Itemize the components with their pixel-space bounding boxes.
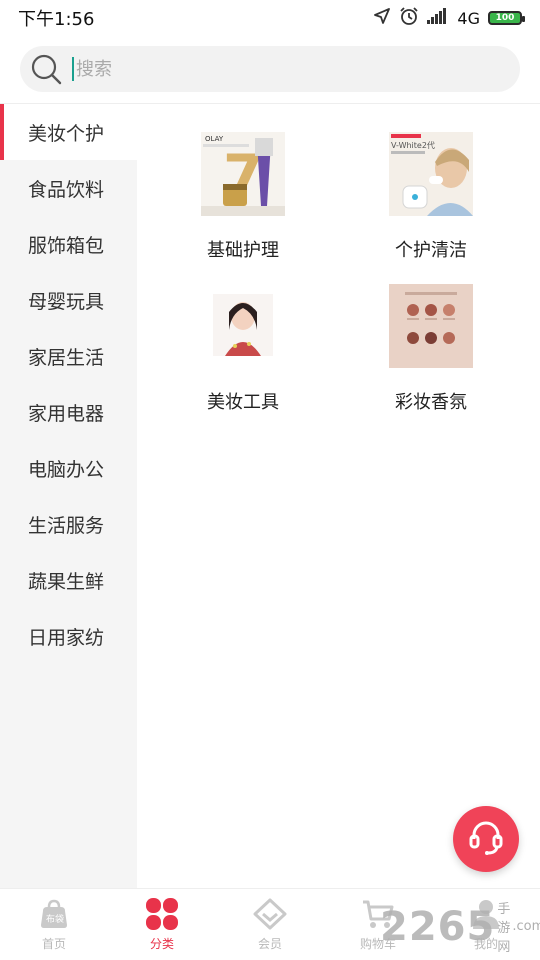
search-bar[interactable] xyxy=(20,46,520,92)
sidebar-item-label: 生活服务 xyxy=(28,514,105,537)
headset-icon xyxy=(466,817,506,861)
search-icon[interactable] xyxy=(28,51,64,87)
nav-member[interactable]: 会员 xyxy=(216,889,324,960)
diamond-icon xyxy=(253,897,287,931)
sidebar-item-baby-toys[interactable]: 母婴玩具 xyxy=(0,272,137,328)
location-icon xyxy=(373,7,391,29)
signal-icon xyxy=(427,8,449,28)
sidebar-item-label: 电脑办公 xyxy=(28,458,105,481)
watermark-suffix: 手游网 xyxy=(497,902,511,955)
category-card-makeup-fragrance[interactable]: 彩妆香氛 xyxy=(371,284,491,414)
clover-icon xyxy=(145,897,179,931)
category-card-personal-care[interactable]: V-White2代 个护清洁 xyxy=(371,132,491,262)
sidebar-item-fresh-produce[interactable]: 蔬果生鲜 xyxy=(0,552,137,608)
customer-service-button[interactable] xyxy=(453,806,519,872)
sidebar-item-appliances[interactable]: 家用电器 xyxy=(0,384,137,440)
category-label: 彩妆香氛 xyxy=(395,392,467,413)
category-card-basic-care[interactable]: OLAY 7 基础护理 xyxy=(183,132,303,262)
sidebar-item-home-living[interactable]: 家居生活 xyxy=(0,328,137,384)
sidebar-item-apparel[interactable]: 服饰箱包 xyxy=(0,216,137,272)
sidebar-item-label: 日用家纺 xyxy=(28,626,105,649)
sidebar-item-label: 美妆个护 xyxy=(28,122,105,145)
nav-label: 会员 xyxy=(257,937,282,951)
eyeshadow-palette-thumb xyxy=(389,284,473,368)
sidebar-item-life-services[interactable]: 生活服务 xyxy=(0,496,137,552)
status-bar: 下午1:56 4G 100 xyxy=(0,0,540,36)
category-sidebar: 美妆个护 食品饮料 服饰箱包 母婴玩具 家居生活 家用电器 电脑办公 生活服务 … xyxy=(0,104,137,888)
sidebar-item-household-textiles[interactable]: 日用家纺 xyxy=(0,608,137,664)
category-card-beauty-tools[interactable]: 美妆工具 xyxy=(183,284,303,414)
sidebar-item-label: 蔬果生鲜 xyxy=(28,570,105,593)
nav-label: 首页 xyxy=(41,937,66,951)
battery-icon: 100 xyxy=(488,11,525,25)
sidebar-item-label: 食品饮料 xyxy=(28,178,105,201)
brand-text: OLAY xyxy=(205,135,224,143)
sidebar-item-label: 家居生活 xyxy=(28,346,105,369)
sidebar-item-food[interactable]: 食品饮料 xyxy=(0,160,137,216)
sidebar-item-label: 家用电器 xyxy=(28,402,105,425)
nav-home[interactable]: 布袋 首页 xyxy=(0,889,108,960)
nav-category[interactable]: 分类 xyxy=(108,889,216,960)
category-label: 基础护理 xyxy=(207,240,279,261)
watermark-domain: .com xyxy=(512,919,540,934)
bag-icon: 布袋 xyxy=(37,897,71,931)
network-type: 4G xyxy=(457,8,480,28)
text-cursor xyxy=(72,57,74,81)
category-label: 个护清洁 xyxy=(395,240,467,261)
subcategory-grid: OLAY 7 基础护理 V-White2代 个护清洁 美妆工具 彩妆香氛 xyxy=(137,104,540,888)
sidebar-item-beauty[interactable]: 美妆个护 xyxy=(0,104,137,160)
status-time: 下午1:56 xyxy=(18,9,95,30)
battery-level: 100 xyxy=(495,13,515,23)
watermark-number: 2265 xyxy=(380,903,496,950)
site-watermark: 2265 手游网 .com xyxy=(380,898,540,955)
alarm-icon xyxy=(399,6,419,30)
sidebar-item-label: 服饰箱包 xyxy=(28,234,105,257)
nav-label: 分类 xyxy=(149,937,174,951)
sidebar-item-label: 母婴玩具 xyxy=(28,290,105,313)
svg-text:布袋: 布袋 xyxy=(46,913,64,925)
model-portrait-thumb xyxy=(201,284,285,368)
category-label: 美妆工具 xyxy=(207,392,279,413)
sidebar-item-computer-office[interactable]: 电脑办公 xyxy=(0,440,137,496)
skincare-product-thumb: OLAY 7 xyxy=(201,132,285,216)
search-input[interactable] xyxy=(76,58,456,80)
brand-text: V-White2代 xyxy=(391,140,435,150)
toothbrush-product-thumb: V-White2代 xyxy=(389,132,473,216)
status-indicators: 4G 100 xyxy=(373,6,525,30)
